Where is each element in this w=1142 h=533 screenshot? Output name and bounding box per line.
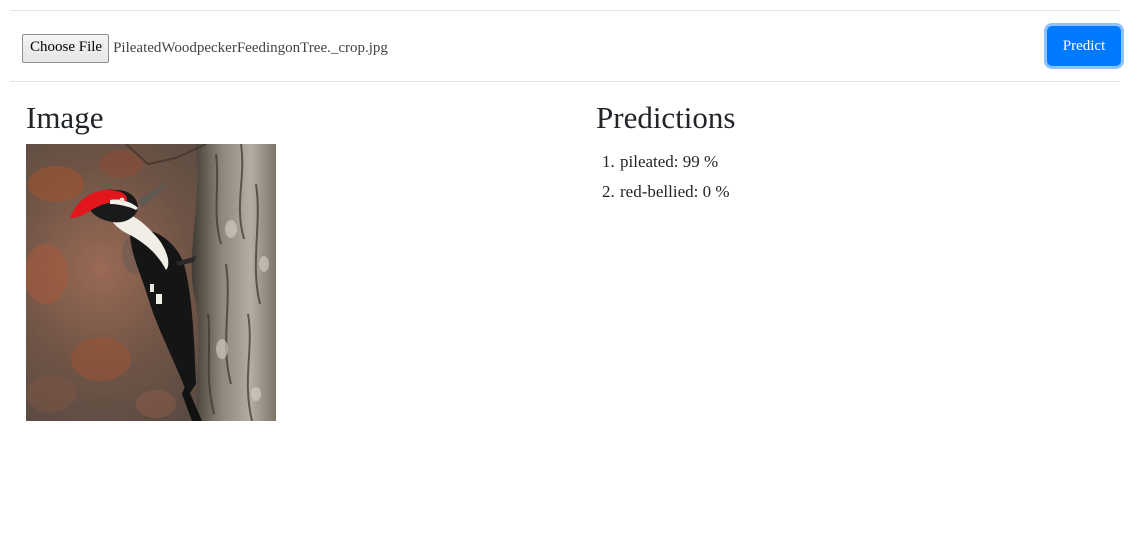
predictions-list: 1. pileated: 99 % 2. red-bellied: 0 % [602,147,730,207]
uploaded-bird-image [26,144,276,421]
image-section-title: Image [26,100,104,135]
prediction-item: 1. pileated: 99 % [602,147,730,177]
prediction-text: pileated: 99 % [620,152,719,171]
predict-button[interactable]: Predict [1047,26,1121,66]
header-divider [10,81,1120,82]
pileated-woodpecker-photo-icon [26,144,276,421]
top-divider [10,10,1120,11]
prediction-item: 2. red-bellied: 0 % [602,177,730,207]
prediction-rank: 2. [602,182,615,201]
prediction-rank: 1. [602,152,615,171]
selected-file-name: PileatedWoodpeckerFeedingonTree._crop.jp… [113,39,388,56]
prediction-text: red-bellied: 0 % [620,182,730,201]
file-input[interactable]: Choose File PileatedWoodpeckerFeedingonT… [22,33,388,63]
choose-file-button[interactable]: Choose File [22,33,110,63]
predictions-section-title: Predictions [596,100,736,135]
